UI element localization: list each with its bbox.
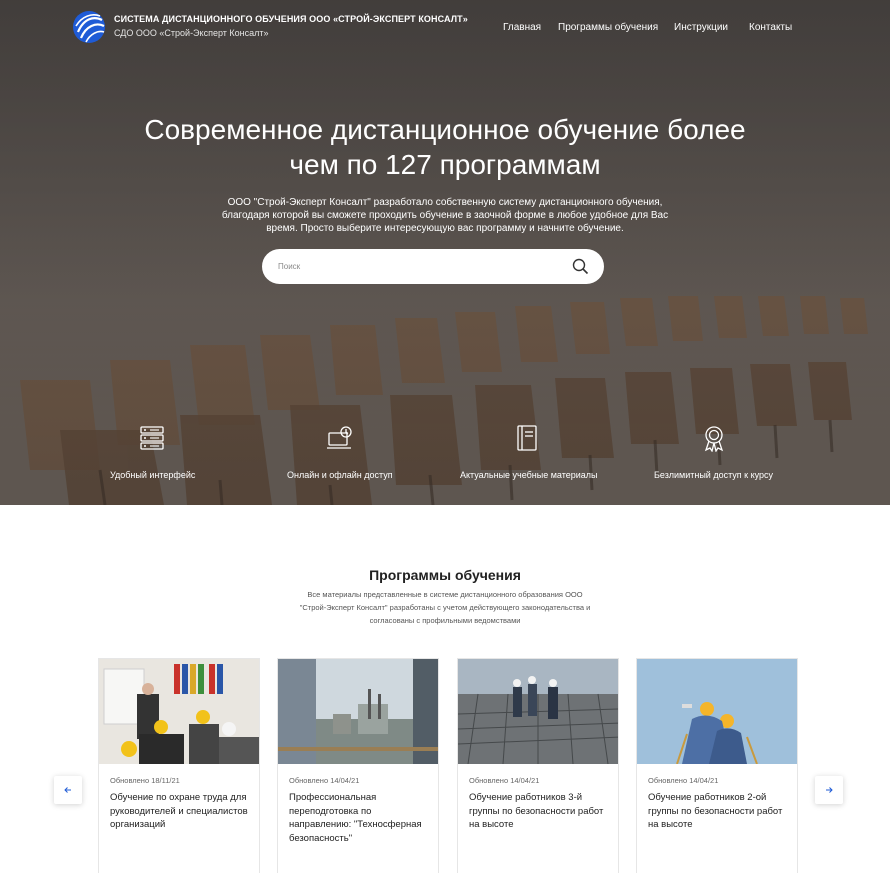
programs-description: Все материалы представленные в системе д… [270,588,620,627]
program-card-date: Обновлено 14/04/21 [648,776,719,785]
server-icon [140,426,164,450]
program-card-title[interactable]: Профессиональная переподготовка по напра… [289,791,429,845]
carousel-next-button[interactable] [815,776,843,804]
programs-desc-line3: согласованы с профильными ведомствами [369,616,521,625]
program-card-title[interactable]: Обучение по охране труда для руководител… [110,791,250,832]
site-header: СИСТЕМА ДИСТАНЦИОННОГО ОБУЧЕНИЯ ООО «СТР… [0,0,890,55]
program-card-title[interactable]: Обучение работников 2-ой группы по безоп… [648,791,788,832]
program-card-image [637,659,797,764]
arrow-right-icon [826,787,833,793]
program-card-image [278,659,438,764]
hero-section: СИСТЕМА ДИСТАНЦИОННОГО ОБУЧЕНИЯ ООО «СТР… [0,0,890,505]
search-bar [262,249,604,284]
hero-text-line2: благодаря которой вы сможете проходить о… [221,210,669,221]
hero-description: ООО "Строй-Эксперт Консалт" разработало … [195,196,695,235]
program-card[interactable]: Обновлено 14/04/21 Обучение работников 3… [457,658,619,873]
feature-label-access: Онлайн и офлайн доступ [287,470,393,480]
program-card-date: Обновлено 14/04/21 [469,776,540,785]
hero-text-line3: время. Просто выберите интересующую вас … [266,223,624,234]
company-logo[interactable] [72,10,106,44]
programs-desc-line1: Все материалы представленные в системе д… [307,590,583,599]
hero-title-line1: Современное дистанционное обучение более [144,114,746,145]
programs-desc-line2: "Строй-Эксперт Консалт" разработаны с уч… [299,603,591,612]
program-card[interactable]: Обновлено 14/04/21 Профессиональная пере… [277,658,439,873]
brand-title[interactable]: СИСТЕМА ДИСТАНЦИОННОГО ОБУЧЕНИЯ ООО «СТР… [114,14,468,24]
carousel-prev-button[interactable] [54,776,82,804]
award-icon [704,426,724,452]
nav-contacts[interactable]: Контакты [749,22,792,33]
program-card-date: Обновлено 14/04/21 [289,776,360,785]
program-card-image [99,659,259,764]
program-card-image [458,659,618,764]
feature-label-materials: Актуальные учебные материалы [460,470,598,480]
online-offline-icon [327,426,352,449]
nav-home[interactable]: Главная [503,22,541,33]
feature-label-interface: Удобный интерфейс [110,470,196,480]
hero-text-line1: ООО "Строй-Эксперт Консалт" разработало … [227,197,663,208]
search-input[interactable] [278,259,558,274]
brand-subtitle: СДО ООО «Строй-Эксперт Консалт» [114,28,269,38]
program-card[interactable]: Обновлено 14/04/21 Обучение работников 2… [636,658,798,873]
nav-instructions[interactable]: Инструкции [674,22,728,33]
nav-programs[interactable]: Программы обучения [558,22,658,33]
program-card-date: Обновлено 18/11/21 [110,776,180,785]
book-icon [517,425,537,451]
hero-title-line2: чем по 127 программам [289,149,601,180]
arrow-left-icon [64,787,71,793]
program-card[interactable]: Обновлено 18/11/21 Обучение по охране тр… [98,658,260,873]
programs-title: Программы обучения [369,567,521,583]
program-card-title[interactable]: Обучение работников 3-й группы по безопа… [469,791,609,832]
feature-label-unlimited: Безлимитный доступ к курсу [654,470,774,480]
hero-title: Современное дистанционное обучение более… [95,112,795,182]
search-icon[interactable] [572,258,589,275]
